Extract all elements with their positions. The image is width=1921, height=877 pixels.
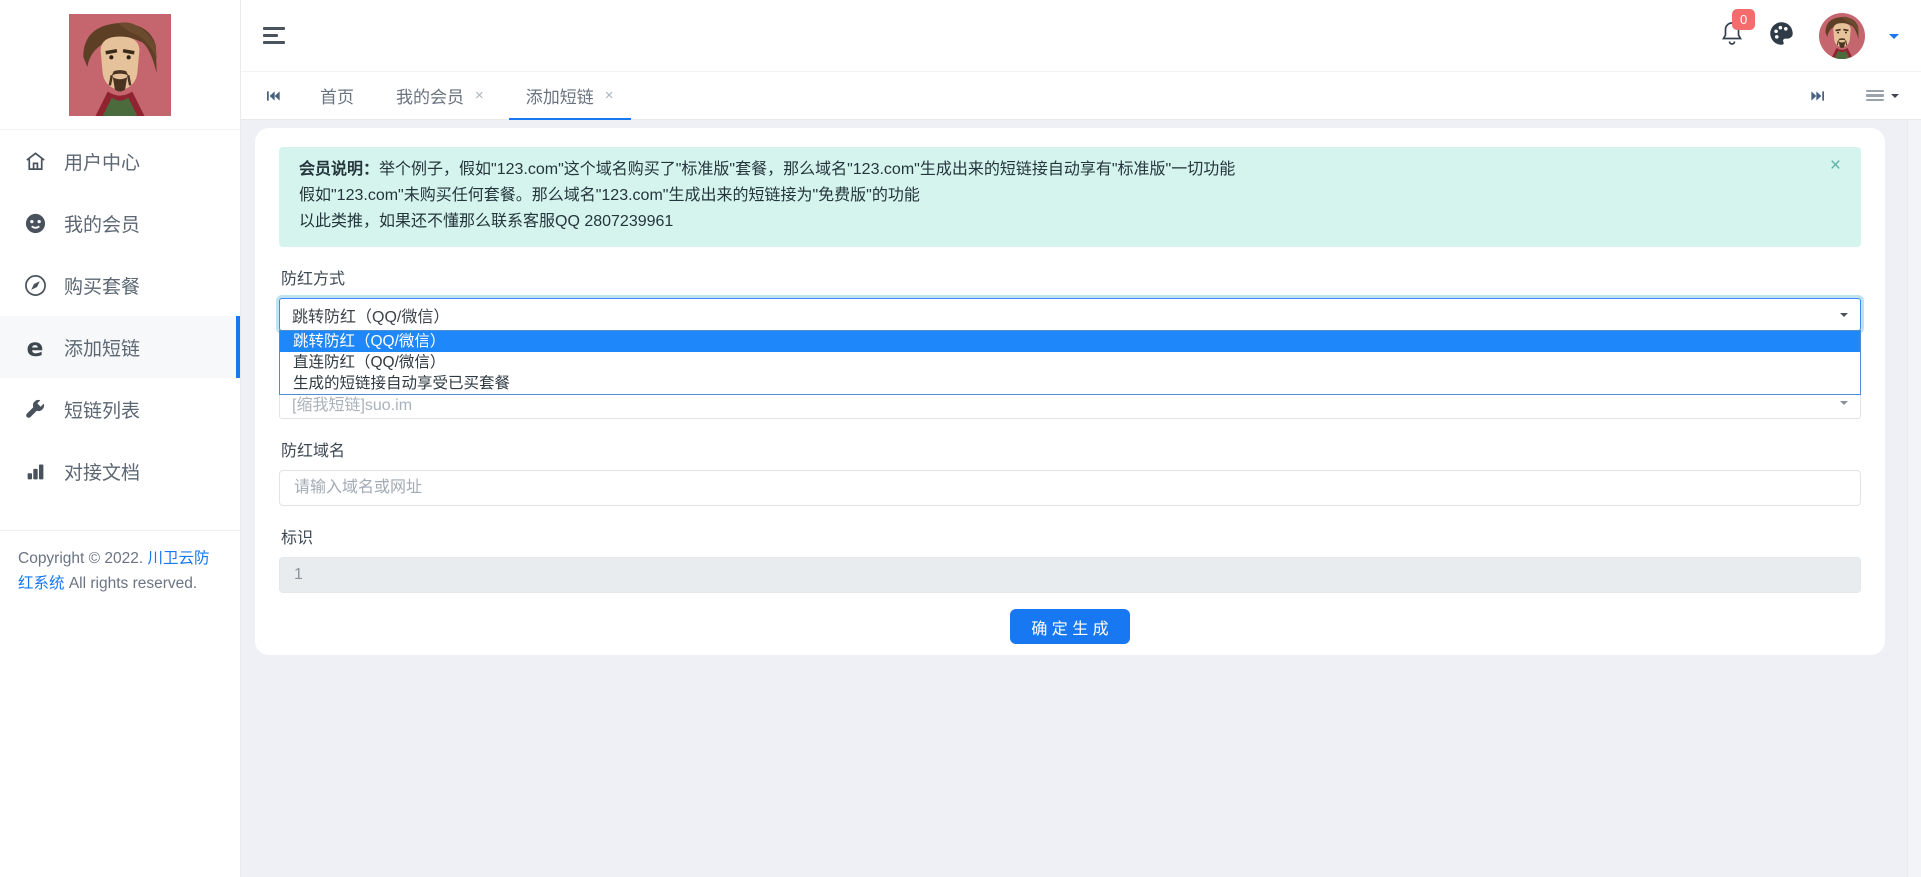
alert-line-2: 假如"123.com"未购买任何套餐。那么域名"123.com"生成出来的短链接… [299, 183, 1817, 209]
scroll-tabs-start-button[interactable] [253, 72, 293, 119]
edge-e-icon: e [22, 335, 48, 360]
menu-toggle-icon[interactable] [263, 27, 287, 44]
tab-bar: 首页 我的会员 添加短链 [241, 72, 1921, 120]
bar-chart-icon [22, 461, 48, 482]
alert-close-icon[interactable] [1830, 156, 1841, 175]
home-icon [22, 150, 48, 173]
copyright-prefix: Copyright © 2022. [18, 550, 147, 567]
sidebar: 用户中心 我的会员 购买套餐 e 添加短链 短链列表 [0, 0, 241, 877]
scroll-tabs-end-button[interactable] [1798, 88, 1838, 104]
notification-badge: 0 [1732, 9, 1755, 30]
member-info-alert: 会员说明：举个例子，假如"123.com"这个域名购买了"标准版"套餐，那么域名… [279, 147, 1861, 247]
list-icon [1866, 90, 1884, 102]
dropdown-option-direct[interactable]: 直连防红（QQ/微信） [280, 352, 1860, 373]
tab-actions-dropdown[interactable] [1866, 90, 1899, 102]
submit-row: 确 定 生 成 [279, 609, 1861, 644]
sidebar-item-user-center[interactable]: 用户中心 [0, 130, 240, 192]
sidebar-item-label: 短链列表 [64, 396, 140, 423]
page-content: 会员说明：举个例子，假如"123.com"这个域名购买了"标准版"套餐，那么域名… [241, 120, 1921, 877]
main-area: 0 首页 我的会员 [241, 0, 1921, 877]
alert-line-3: 以此类推，如果还不懂那么联系客服QQ 2807239961 [299, 209, 1817, 235]
user-avatar[interactable] [1819, 13, 1865, 59]
user-menu-caret-icon[interactable] [1889, 34, 1899, 44]
sidebar-item-api-docs[interactable]: 对接文档 [0, 440, 240, 502]
sidebar-item-buy-plan[interactable]: 购买套餐 [0, 254, 240, 316]
method-select-stack: 跳转防红（QQ/微信） 跳转防红（QQ/微信） 直连防红（QQ/微信） 生成的短… [279, 298, 1861, 419]
sidebar-item-label: 用户中心 [64, 148, 140, 175]
sidebar-nav: 用户中心 我的会员 购买套餐 e 添加短链 短链列表 [0, 130, 240, 502]
select-caret-icon [1840, 313, 1848, 321]
dropdown-option-auto-plan[interactable]: 生成的短链接自动享受已买套餐 [280, 373, 1860, 394]
sidebar-item-label: 购买套餐 [64, 272, 140, 299]
avatar-image [1819, 13, 1865, 59]
sidebar-item-shortlink-list[interactable]: 短链列表 [0, 378, 240, 440]
tab-home[interactable]: 首页 [299, 72, 375, 119]
top-header: 0 [241, 0, 1921, 72]
add-shortlink-card: 会员说明：举个例子，假如"123.com"这个域名购买了"标准版"套餐，那么域名… [255, 128, 1885, 655]
select-caret-icon [1840, 401, 1848, 409]
open-tabs: 首页 我的会员 添加短链 [299, 72, 635, 119]
method-dropdown: 跳转防红（QQ/微信） 直连防红（QQ/微信） 生成的短链接自动享受已买套餐 [279, 330, 1861, 395]
tab-label: 首页 [320, 83, 354, 108]
app-logo [0, 0, 240, 130]
compass-icon [22, 274, 48, 297]
skip-start-icon [264, 88, 282, 104]
generate-button[interactable]: 确 定 生 成 [1010, 609, 1129, 644]
content-scrollbar[interactable] [1907, 120, 1921, 877]
skip-end-icon [1809, 88, 1827, 104]
alert-title: 会员说明： [299, 161, 379, 178]
tab-label: 我的会员 [396, 83, 464, 108]
sidebar-item-label: 对接文档 [64, 458, 140, 485]
tab-my-members[interactable]: 我的会员 [375, 72, 505, 119]
tag-label: 标识 [281, 524, 1859, 548]
alert-line-1: 会员说明：举个例子，假如"123.com"这个域名购买了"标准版"套餐，那么域名… [299, 157, 1817, 183]
tab-add-shortlink[interactable]: 添加短链 [505, 72, 635, 119]
copyright-suffix: All rights reserved. [65, 575, 198, 592]
theme-button[interactable] [1768, 20, 1795, 52]
dropdown-option-jump[interactable]: 跳转防红（QQ/微信） [280, 331, 1860, 352]
method-select-value: 跳转防红（QQ/微信） [292, 303, 449, 327]
tag-input [279, 557, 1861, 593]
notifications-button[interactable]: 0 [1720, 20, 1744, 51]
chevron-down-icon [1891, 94, 1899, 102]
method-label: 防红方式 [281, 265, 1859, 289]
logo-image [69, 14, 171, 116]
tab-close-icon[interactable] [605, 88, 614, 103]
tabbar-tools [1798, 72, 1903, 119]
face-icon [22, 212, 48, 235]
palette-icon [1768, 20, 1795, 47]
header-actions: 0 [1720, 13, 1899, 59]
domain-label: 防红域名 [281, 437, 1859, 461]
sidebar-item-my-members[interactable]: 我的会员 [0, 192, 240, 254]
domain-input[interactable] [279, 470, 1861, 506]
sidebar-item-label: 添加短链 [64, 334, 140, 361]
method-select[interactable]: 跳转防红（QQ/微信） [279, 298, 1861, 331]
tab-label: 添加短链 [526, 83, 594, 108]
sidebar-item-label: 我的会员 [64, 210, 140, 237]
sidebar-item-add-shortlink[interactable]: e 添加短链 [0, 316, 240, 378]
copyright: Copyright © 2022. 川卫云防红系统 All rights res… [0, 530, 240, 597]
wrench-icon [22, 398, 48, 420]
tab-close-icon[interactable] [475, 88, 484, 103]
